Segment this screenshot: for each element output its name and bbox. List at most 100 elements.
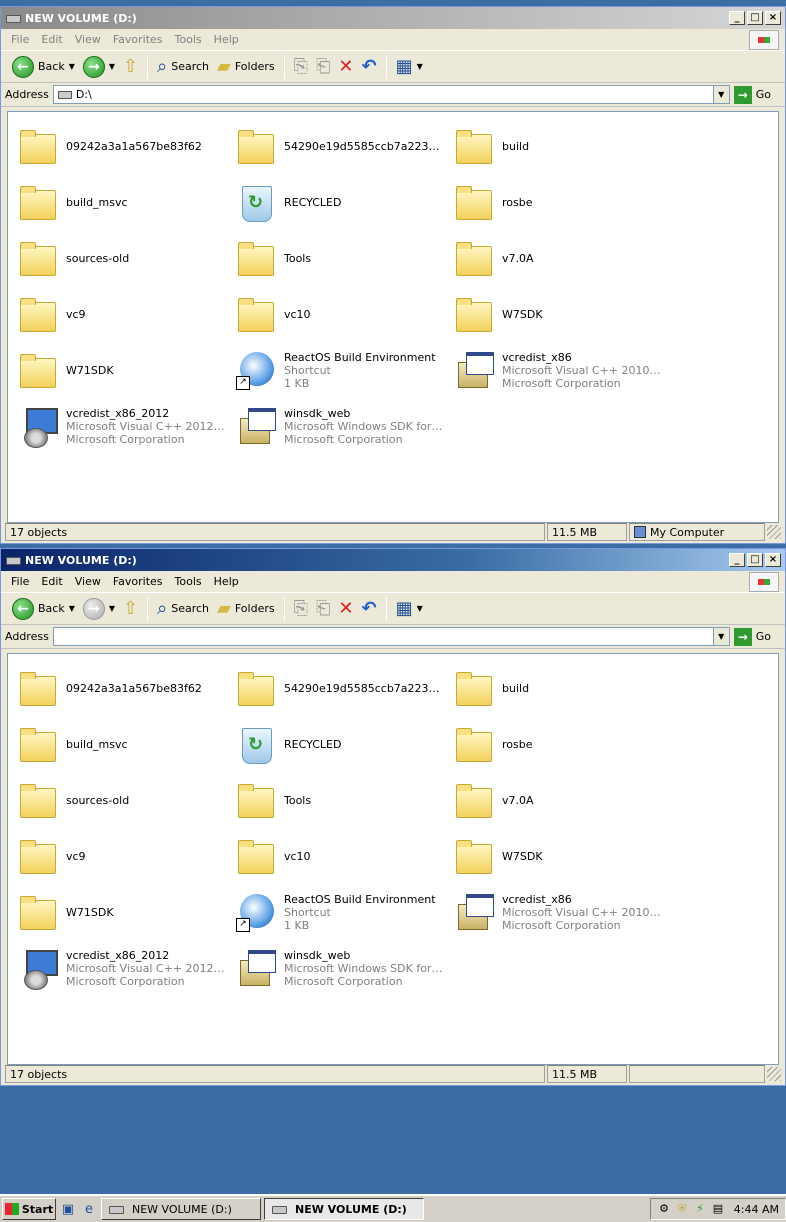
search-button[interactable]: ⌕ Search xyxy=(154,54,212,80)
delete-button[interactable]: ✕ xyxy=(335,596,356,622)
file-item[interactable]: build_msvc xyxy=(16,718,228,770)
file-list[interactable]: 09242a3a1a567be83f62 54290e19d5585ccb7a2… xyxy=(7,653,779,1065)
security-shield-icon[interactable]: ⛨ xyxy=(675,1202,689,1216)
file-item[interactable]: ReactOS Build Environment Shortcut1 KB xyxy=(234,886,446,938)
forward-button[interactable]: → ▼ xyxy=(80,596,118,622)
resize-grip[interactable] xyxy=(767,1067,781,1081)
folders-button[interactable]: ▰ Folders xyxy=(214,596,278,622)
explorer-window-2[interactable]: NEW VOLUME (D:) _ □ × File Edit View Favori… xyxy=(0,548,786,1086)
chevron-down-icon[interactable]: ▼ xyxy=(69,62,75,71)
file-item[interactable]: RECYCLED xyxy=(234,176,446,228)
close-button[interactable]: × xyxy=(765,11,781,25)
file-item[interactable]: v7.0A xyxy=(452,774,664,826)
views-button[interactable]: ▦ ▼ xyxy=(393,54,426,80)
taskbar-item[interactable]: NEW VOLUME (D:) xyxy=(101,1198,261,1220)
chevron-down-icon[interactable]: ▼ xyxy=(712,628,729,645)
menu-view[interactable]: View xyxy=(69,33,107,46)
copy-to-button[interactable]: ⎗ xyxy=(313,54,333,80)
copy-to-button[interactable]: ⎗ xyxy=(313,596,333,622)
chevron-down-icon[interactable]: ▼ xyxy=(417,62,423,71)
start-button[interactable]: Start xyxy=(2,1198,56,1220)
title-bar[interactable]: NEW VOLUME (D:) _ □ × xyxy=(1,7,785,29)
file-item[interactable]: Tools xyxy=(234,774,446,826)
go-button[interactable]: → Go xyxy=(733,85,781,104)
forward-button[interactable]: → ▼ xyxy=(80,54,118,80)
file-item[interactable]: v7.0A xyxy=(452,232,664,284)
file-item[interactable]: rosbe xyxy=(452,176,664,228)
menu-favorites[interactable]: Favorites xyxy=(107,575,169,588)
address-input[interactable]: ▼ xyxy=(52,627,730,646)
menu-edit[interactable]: Edit xyxy=(35,575,68,588)
maximize-button[interactable]: □ xyxy=(747,553,763,567)
file-item[interactable]: vcredist_x86 Microsoft Visual C++ 2010 x… xyxy=(452,344,664,396)
file-item[interactable]: winsdk_web Microsoft Windows SDK for Win… xyxy=(234,400,446,452)
file-item[interactable]: 54290e19d5585ccb7a22328225 xyxy=(234,662,446,714)
menu-help[interactable]: Help xyxy=(208,575,245,588)
file-item[interactable]: 09242a3a1a567be83f62 xyxy=(16,662,228,714)
chevron-down-icon[interactable]: ▼ xyxy=(712,86,729,103)
move-to-button[interactable]: ⎘ xyxy=(291,596,311,622)
folders-button[interactable]: ▰ Folders xyxy=(214,54,278,80)
file-item[interactable]: vcredist_x86 Microsoft Visual C++ 2010 x… xyxy=(452,886,664,938)
address-input[interactable]: D:\ ▼ xyxy=(52,85,730,104)
file-item[interactable]: build xyxy=(452,120,664,172)
file-item[interactable]: ReactOS Build Environment Shortcut1 KB xyxy=(234,344,446,396)
file-item[interactable]: sources-old xyxy=(16,774,228,826)
back-button[interactable]: ← Back ▼ xyxy=(9,596,78,622)
minimize-button[interactable]: _ xyxy=(729,553,745,567)
close-button[interactable]: × xyxy=(765,553,781,567)
menu-tools[interactable]: Tools xyxy=(169,575,208,588)
file-item[interactable]: RECYCLED xyxy=(234,718,446,770)
title-bar[interactable]: NEW VOLUME (D:) _ □ × xyxy=(1,549,785,571)
go-button[interactable]: → Go xyxy=(733,627,781,646)
explorer-window-1[interactable]: NEW VOLUME (D:) _ □ × File Edit View Favori… xyxy=(0,6,786,544)
file-item[interactable]: sources-old xyxy=(16,232,228,284)
maximize-button[interactable]: □ xyxy=(747,11,763,25)
back-button[interactable]: ← Back ▼ xyxy=(9,54,78,80)
file-item[interactable]: build xyxy=(452,662,664,714)
minimize-button[interactable]: _ xyxy=(729,11,745,25)
file-item[interactable]: W71SDK xyxy=(16,344,228,396)
chevron-down-icon[interactable]: ▼ xyxy=(109,604,115,613)
file-item[interactable]: vcredist_x86_2012 Microsoft Visual C++ 2… xyxy=(16,942,228,994)
file-item[interactable]: W7SDK xyxy=(452,830,664,882)
file-item[interactable]: vc10 xyxy=(234,288,446,340)
menu-tools[interactable]: Tools xyxy=(169,33,208,46)
chevron-down-icon[interactable]: ▼ xyxy=(417,604,423,613)
file-item[interactable]: winsdk_web Microsoft Windows SDK for Win… xyxy=(234,942,446,994)
file-item[interactable]: vcredist_x86_2012 Microsoft Visual C++ 2… xyxy=(16,400,228,452)
safely-remove-icon[interactable]: ⚡ xyxy=(693,1202,707,1216)
internet-explorer-icon[interactable]: e xyxy=(80,1200,98,1218)
file-item[interactable]: 54290e19d5585ccb7a22328225 xyxy=(234,120,446,172)
file-item[interactable]: vc10 xyxy=(234,830,446,882)
chevron-down-icon[interactable]: ▼ xyxy=(69,604,75,613)
menu-edit[interactable]: Edit xyxy=(35,33,68,46)
file-item[interactable]: rosbe xyxy=(452,718,664,770)
undo-button[interactable]: ↶ xyxy=(359,596,380,622)
file-list[interactable]: 09242a3a1a567be83f62 54290e19d5585ccb7a2… xyxy=(7,111,779,523)
file-item[interactable]: W71SDK xyxy=(16,886,228,938)
file-item[interactable]: vc9 xyxy=(16,288,228,340)
resize-grip[interactable] xyxy=(767,525,781,539)
move-to-button[interactable]: ⎘ xyxy=(291,54,311,80)
chevron-down-icon[interactable]: ▼ xyxy=(109,62,115,71)
menu-view[interactable]: View xyxy=(69,575,107,588)
undo-button[interactable]: ↶ xyxy=(359,54,380,80)
up-folder-button[interactable]: ⇧ xyxy=(120,54,141,80)
up-folder-button[interactable]: ⇧ xyxy=(120,596,141,622)
menu-help[interactable]: Help xyxy=(208,33,245,46)
task-manager-icon[interactable]: ▤ xyxy=(711,1202,725,1216)
file-item[interactable]: W7SDK xyxy=(452,288,664,340)
menu-favorites[interactable]: Favorites xyxy=(107,33,169,46)
menu-file[interactable]: File xyxy=(5,33,35,46)
file-item[interactable]: vc9 xyxy=(16,830,228,882)
delete-button[interactable]: ✕ xyxy=(335,54,356,80)
menu-file[interactable]: File xyxy=(5,575,35,588)
show-desktop-icon[interactable]: ▣ xyxy=(59,1200,77,1218)
file-item[interactable]: build_msvc xyxy=(16,176,228,228)
network-icon[interactable]: ⚙ xyxy=(657,1202,671,1216)
search-button[interactable]: ⌕ Search xyxy=(154,596,212,622)
taskbar-item-active[interactable]: NEW VOLUME (D:) xyxy=(264,1198,424,1220)
file-item[interactable]: Tools xyxy=(234,232,446,284)
views-button[interactable]: ▦ ▼ xyxy=(393,596,426,622)
